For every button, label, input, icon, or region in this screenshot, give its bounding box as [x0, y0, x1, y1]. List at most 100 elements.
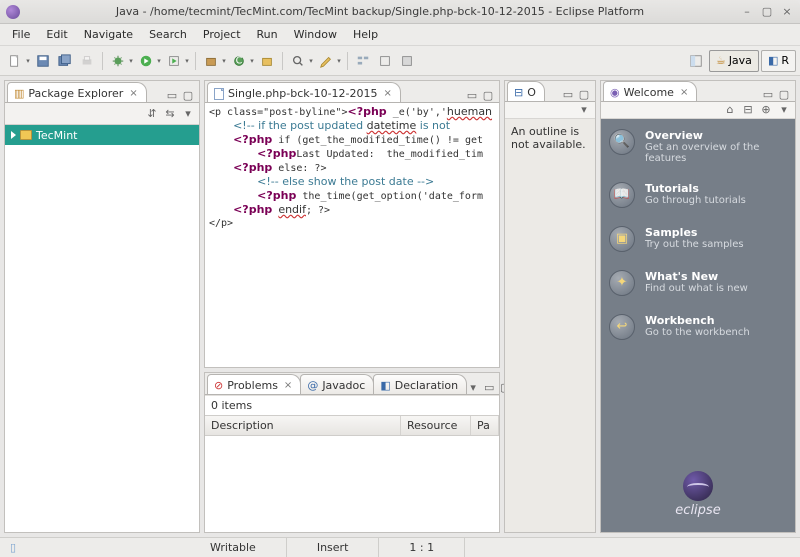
minimize-view-icon[interactable]: ▭: [165, 88, 179, 102]
col-description[interactable]: Description: [205, 416, 401, 435]
menu-window[interactable]: Window: [286, 26, 345, 43]
new-dropdown-icon[interactable]: ▾: [24, 51, 32, 71]
close-window-button[interactable]: ×: [780, 5, 794, 19]
view-menu-icon[interactable]: ▾: [577, 103, 591, 117]
toggle-breadcrumb-icon[interactable]: [353, 51, 373, 71]
problems-tab[interactable]: ⊘Problems×: [207, 374, 301, 394]
open-perspective-icon[interactable]: [686, 51, 706, 71]
col-path[interactable]: Pa: [471, 416, 499, 435]
welcome-item-title: Workbench: [645, 314, 750, 327]
package-icon: ▥: [14, 87, 24, 100]
expand-arrow-icon[interactable]: [11, 131, 16, 139]
debug-dropdown-icon[interactable]: ▾: [127, 51, 135, 71]
search-dropdown-icon[interactable]: ▾: [307, 51, 315, 71]
problems-table-body[interactable]: [205, 436, 499, 532]
new-package-dropdown-icon[interactable]: ▾: [220, 51, 228, 71]
welcome-item-tutorials[interactable]: 📖TutorialsGo through tutorials: [609, 182, 787, 208]
minimize-button[interactable]: –: [740, 5, 754, 19]
menu-project[interactable]: Project: [195, 26, 249, 43]
run-last-icon[interactable]: [164, 51, 184, 71]
project-tecmint[interactable]: TecMint: [5, 125, 199, 145]
home-icon[interactable]: ⌂: [723, 103, 737, 117]
toolbar-separator: [102, 52, 103, 70]
annotate-dropdown-icon[interactable]: ▾: [335, 51, 343, 71]
save-all-icon[interactable]: [55, 51, 75, 71]
minimize-view-icon[interactable]: ▭: [465, 88, 479, 102]
menu-help[interactable]: Help: [345, 26, 386, 43]
declaration-tab[interactable]: ◧Declaration: [373, 374, 467, 394]
close-icon[interactable]: ×: [680, 87, 688, 98]
welcome-item-workbench[interactable]: ↩WorkbenchGo to the workbench: [609, 314, 787, 340]
view-menu-icon[interactable]: ▾: [466, 380, 480, 394]
status-marker-icon[interactable]: ▯: [6, 541, 20, 555]
editor-content[interactable]: <p class="post-byline"><?php _e('by','hu…: [205, 103, 499, 367]
perspective-r[interactable]: ◧R: [761, 50, 796, 72]
workspace: ▥ Package Explorer × ▭ ▢ ⇵ ⇆ ▾ TecMint: [0, 76, 800, 537]
maximize-view-icon[interactable]: ▢: [577, 87, 591, 101]
package-explorer-tab[interactable]: ▥ Package Explorer ×: [7, 82, 147, 102]
toolbar-separator: [195, 52, 196, 70]
welcome-tab[interactable]: ◉Welcome×: [603, 81, 697, 101]
window-titlebar: Java - /home/tecmint/TecMint.com/TecMint…: [0, 0, 800, 24]
run-dropdown-icon[interactable]: ▾: [155, 51, 163, 71]
save-icon[interactable]: [33, 51, 53, 71]
package-explorer-tabbar: ▥ Package Explorer × ▭ ▢: [5, 81, 199, 103]
view-menu-icon[interactable]: ▾: [181, 107, 195, 121]
welcome-item-samples[interactable]: ▣SamplesTry out the samples: [609, 226, 787, 252]
minimize-view-icon[interactable]: ▭: [482, 380, 496, 394]
status-bar: ▯ Writable Insert 1 : 1: [0, 537, 800, 557]
maximize-view-icon[interactable]: ▢: [777, 87, 791, 101]
collapse-all-icon[interactable]: ⇵: [145, 107, 159, 121]
annotate-icon[interactable]: [316, 51, 336, 71]
outline-view: ⊟O ▭ ▢ ▾ An outline is not available.: [504, 80, 596, 533]
new-icon[interactable]: [5, 51, 25, 71]
print-icon[interactable]: [77, 51, 97, 71]
menu-file[interactable]: File: [4, 26, 38, 43]
menu-search[interactable]: Search: [141, 26, 195, 43]
close-icon[interactable]: ×: [284, 380, 292, 391]
welcome-item-title: Tutorials: [645, 182, 746, 195]
new-package-icon[interactable]: [201, 51, 221, 71]
maximize-button[interactable]: ▢: [760, 5, 774, 19]
bottom-tabbar: ⊘Problems× @Javadoc ◧Declaration ▾ ▭ ▢: [205, 373, 499, 395]
perspective-r-label: R: [781, 54, 789, 67]
declaration-tab-label: Declaration: [395, 379, 458, 392]
maximize-view-icon[interactable]: ▢: [481, 88, 495, 102]
col-resource[interactable]: Resource: [401, 416, 471, 435]
minimize-view-icon[interactable]: ▭: [561, 87, 575, 101]
menu-navigate[interactable]: Navigate: [76, 26, 141, 43]
debug-icon[interactable]: [108, 51, 128, 71]
minimize-view-icon[interactable]: ▭: [761, 87, 775, 101]
welcome-item-icon: ↩: [609, 314, 635, 340]
search-icon[interactable]: [288, 51, 308, 71]
editor-tab[interactable]: Single.php-bck-10-12-2015 ×: [207, 82, 401, 102]
welcome-item-icon: 🔍: [609, 129, 635, 155]
run-last-dropdown-icon[interactable]: ▾: [183, 51, 191, 71]
run-icon[interactable]: [136, 51, 156, 71]
package-explorer-tree[interactable]: TecMint: [5, 125, 199, 532]
toggle-block-icon[interactable]: [397, 51, 417, 71]
reduce-icon[interactable]: ⊟: [741, 103, 755, 117]
open-type-icon[interactable]: [257, 51, 277, 71]
new-class-dropdown-icon[interactable]: ▾: [248, 51, 256, 71]
outline-tab[interactable]: ⊟O: [507, 81, 545, 101]
welcome-item-desc: Go through tutorials: [645, 195, 746, 206]
welcome-item-what-s-new[interactable]: ✦What's NewFind out what is new: [609, 270, 787, 296]
view-menu-icon[interactable]: ▾: [777, 103, 791, 117]
menu-run[interactable]: Run: [249, 26, 286, 43]
javadoc-tab-label: Javadoc: [322, 379, 365, 392]
perspective-java-label: Java: [729, 54, 752, 67]
javadoc-tab[interactable]: @Javadoc: [300, 374, 374, 394]
link-editor-icon[interactable]: ⇆: [163, 107, 177, 121]
file-icon: [214, 88, 224, 100]
magnify-icon[interactable]: ⊕: [759, 103, 773, 117]
maximize-view-icon[interactable]: ▢: [181, 88, 195, 102]
close-icon[interactable]: ×: [129, 88, 137, 99]
menu-edit[interactable]: Edit: [38, 26, 75, 43]
toggle-mark-icon[interactable]: [375, 51, 395, 71]
new-class-icon[interactable]: C: [229, 51, 249, 71]
welcome-item-overview[interactable]: 🔍OverviewGet an overview of the features: [609, 129, 787, 164]
perspective-java[interactable]: ☕Java: [709, 50, 759, 72]
close-icon[interactable]: ×: [384, 88, 392, 99]
welcome-item-desc: Find out what is new: [645, 283, 748, 294]
